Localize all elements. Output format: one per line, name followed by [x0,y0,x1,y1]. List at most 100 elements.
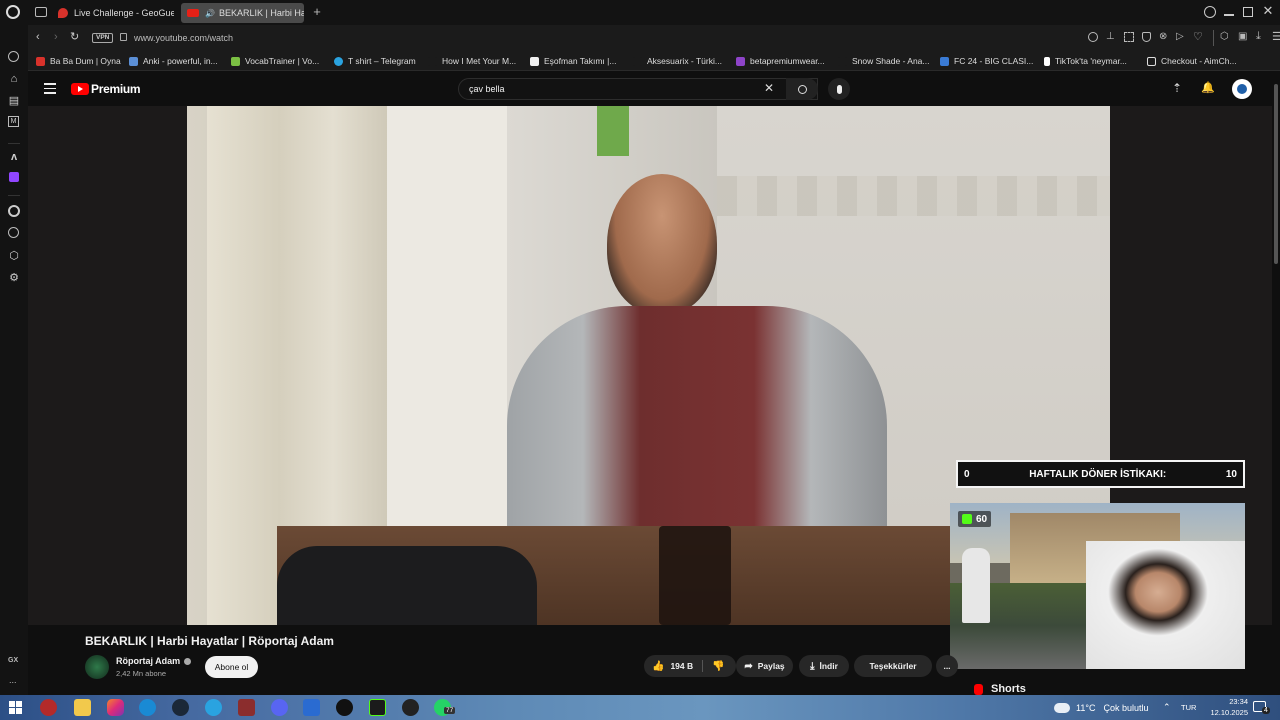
thanks-button[interactable]: Teşekkürler [854,655,932,677]
reload-icon[interactable]: ↻ [70,30,79,43]
streamer-cam [1086,541,1245,669]
weather-widget[interactable]: 11°C Çok bulutlu [1054,695,1148,720]
bookmark-item[interactable]: TikTok'ta 'neymar... [1044,54,1127,68]
vpn-badge[interactable]: VPN [92,33,114,43]
shield-icon[interactable] [1142,32,1151,42]
lock-icon[interactable] [120,33,127,41]
twitch-icon[interactable] [9,172,19,182]
channel-name-row[interactable]: Röportaj Adam [116,656,192,666]
aria-ai-icon[interactable]: ᴧ [7,150,21,164]
back-arrow-icon[interactable]: ‹ [36,31,40,43]
address-bar: ‹ › ↻ VPN ⊥ ⊗ ▷ ♡ ⬡ ▣ ⤓ ☰ [28,25,1280,51]
premium-logo-text[interactable]: Premium [91,82,141,96]
bookmark-item[interactable]: How I Met Your M... [428,54,516,68]
like-thumb-icon[interactable]: 👍 [652,661,664,672]
streaming-app-icon[interactable] [369,699,386,716]
search-box: ✕ [458,78,818,100]
bookmark-item[interactable]: Ba Ba Dum | Oyna [36,54,121,68]
sidebar-more-icon[interactable]: ... [9,675,17,685]
notifications-bell-icon[interactable]: 🔔 [1201,81,1215,94]
tray-overflow-chevron-icon[interactable]: ⌃ [1163,695,1171,720]
language-indicator[interactable]: TUR [1181,695,1196,720]
extensions-icon[interactable]: ⬡ [1220,31,1229,42]
tab-youtube-video[interactable]: 🔊 BEKARLIK | Harbi Hayatlar | Röportaj A… [181,3,304,23]
settings-gear-icon[interactable]: ⚙ [7,271,21,285]
bookmark-item[interactable]: Aksesuarix - Türki... [633,54,722,68]
bookmark-item[interactable]: Snow Shade - Ana... [838,54,930,68]
game-launcher-icon[interactable] [238,699,255,716]
clock[interactable]: 23:34 12.10.2025 [1200,696,1248,718]
new-tab-plus-icon[interactable]: + [310,4,324,20]
voice-search-button[interactable] [828,78,850,100]
download-button[interactable]: ⤓ İndir [799,655,849,677]
bookmark-item[interactable]: VocabTrainer | Vo... [231,54,319,68]
bookmark-item[interactable]: Anki - powerful, in... [129,54,218,68]
heart-icon[interactable]: ♡ [1193,30,1203,43]
search-tabs-icon[interactable] [1204,6,1216,18]
news-icon[interactable]: ▤ [7,94,21,108]
bookmark-item[interactable]: T shirt – Telegram [334,54,416,68]
download-icon[interactable]: ⤓ [1256,30,1261,43]
discord-icon[interactable] [271,699,288,716]
more-actions-button[interactable]: ... [936,655,958,677]
instagram-icon[interactable] [107,699,124,716]
player-icon[interactable] [8,205,20,217]
menu-hamburger-icon[interactable] [44,83,56,94]
scrollbar-thumb[interactable] [1274,84,1278,264]
maximize-icon[interactable] [1243,7,1253,17]
zoom-search-icon[interactable] [1088,32,1098,42]
channel-avatar[interactable] [85,655,109,679]
avatar[interactable] [1232,79,1252,99]
telegram-favicon-icon [334,56,343,66]
video-title: BEKARLIK | Harbi Hayatlar | Röportaj Ada… [85,634,334,648]
sidebar-divider [8,195,20,196]
channel-name[interactable]: Röportaj Adam [116,656,180,666]
wallet-icon[interactable]: ▣ [1238,31,1247,42]
easy-setup-icon[interactable]: ☰ [1272,30,1280,43]
start-windows-icon[interactable] [9,701,22,714]
search-input[interactable] [469,81,749,97]
bookmark-item[interactable]: FC 24 - BIG CLASI... [940,54,1033,68]
speed-dial-icon[interactable] [8,51,19,62]
steam-icon[interactable] [172,699,189,716]
pin-icon[interactable]: ⊥ [1106,31,1115,42]
subscribe-button[interactable]: Abone ol [205,656,258,678]
bookmark-item[interactable]: Checkout - AimCh... [1147,54,1237,68]
telegram-icon[interactable] [205,699,222,716]
page-scrollbar[interactable] [1272,72,1280,695]
history-clock-icon[interactable] [8,227,19,238]
bookmark-favicon-icon [736,56,745,66]
play-icon[interactable]: ▷ [1176,31,1184,42]
bookmark-item[interactable]: Eşofman Takımı |... [530,54,616,68]
upload-icon[interactable]: ⇡ [1172,81,1182,95]
person-leg [277,546,537,625]
messenger-icon[interactable]: M [8,116,19,127]
close-window-icon[interactable]: ✕ [1261,3,1275,19]
file-explorer-icon[interactable] [74,699,91,716]
bookmark-item[interactable]: betapremiumwear... [736,54,825,68]
tab-geoguessr[interactable]: Live Challenge - GeoGuessr [52,3,174,23]
extensions-cube-icon[interactable]: ⬡ [7,249,21,263]
opera-gx-taskbar-icon[interactable] [40,699,57,716]
clear-search-icon[interactable]: ✕ [764,81,774,95]
gx-corner-icon[interactable]: ⌂ [7,72,21,86]
opera-gx-logo-icon[interactable] [6,5,20,19]
share-button[interactable]: ➦ Paylaş [736,655,793,677]
obs-icon[interactable] [402,699,419,716]
minimize-icon[interactable] [1224,14,1234,16]
flow-icon[interactable]: ⊗ [1159,31,1167,42]
edge-icon[interactable] [139,699,156,716]
youtube-logo-icon[interactable] [71,83,89,95]
search-button[interactable] [786,78,818,100]
tab-switcher-icon[interactable] [35,7,47,17]
dislike-thumb-icon[interactable]: 👎 [712,661,724,672]
snapshot-icon[interactable] [1124,32,1134,42]
gx-label[interactable]: GX [8,657,18,664]
speaker-icon[interactable]: 🔊 [205,9,215,18]
like-count[interactable]: 194 B [670,661,693,671]
url-field[interactable] [134,30,734,46]
forward-arrow-icon[interactable]: › [54,31,58,43]
valorant-launcher-icon[interactable] [336,699,353,716]
monitor-app-icon[interactable] [303,699,320,716]
tab-label: BEKARLIK | Harbi Hayatlar | Röportaj Ada… [218,8,304,18]
